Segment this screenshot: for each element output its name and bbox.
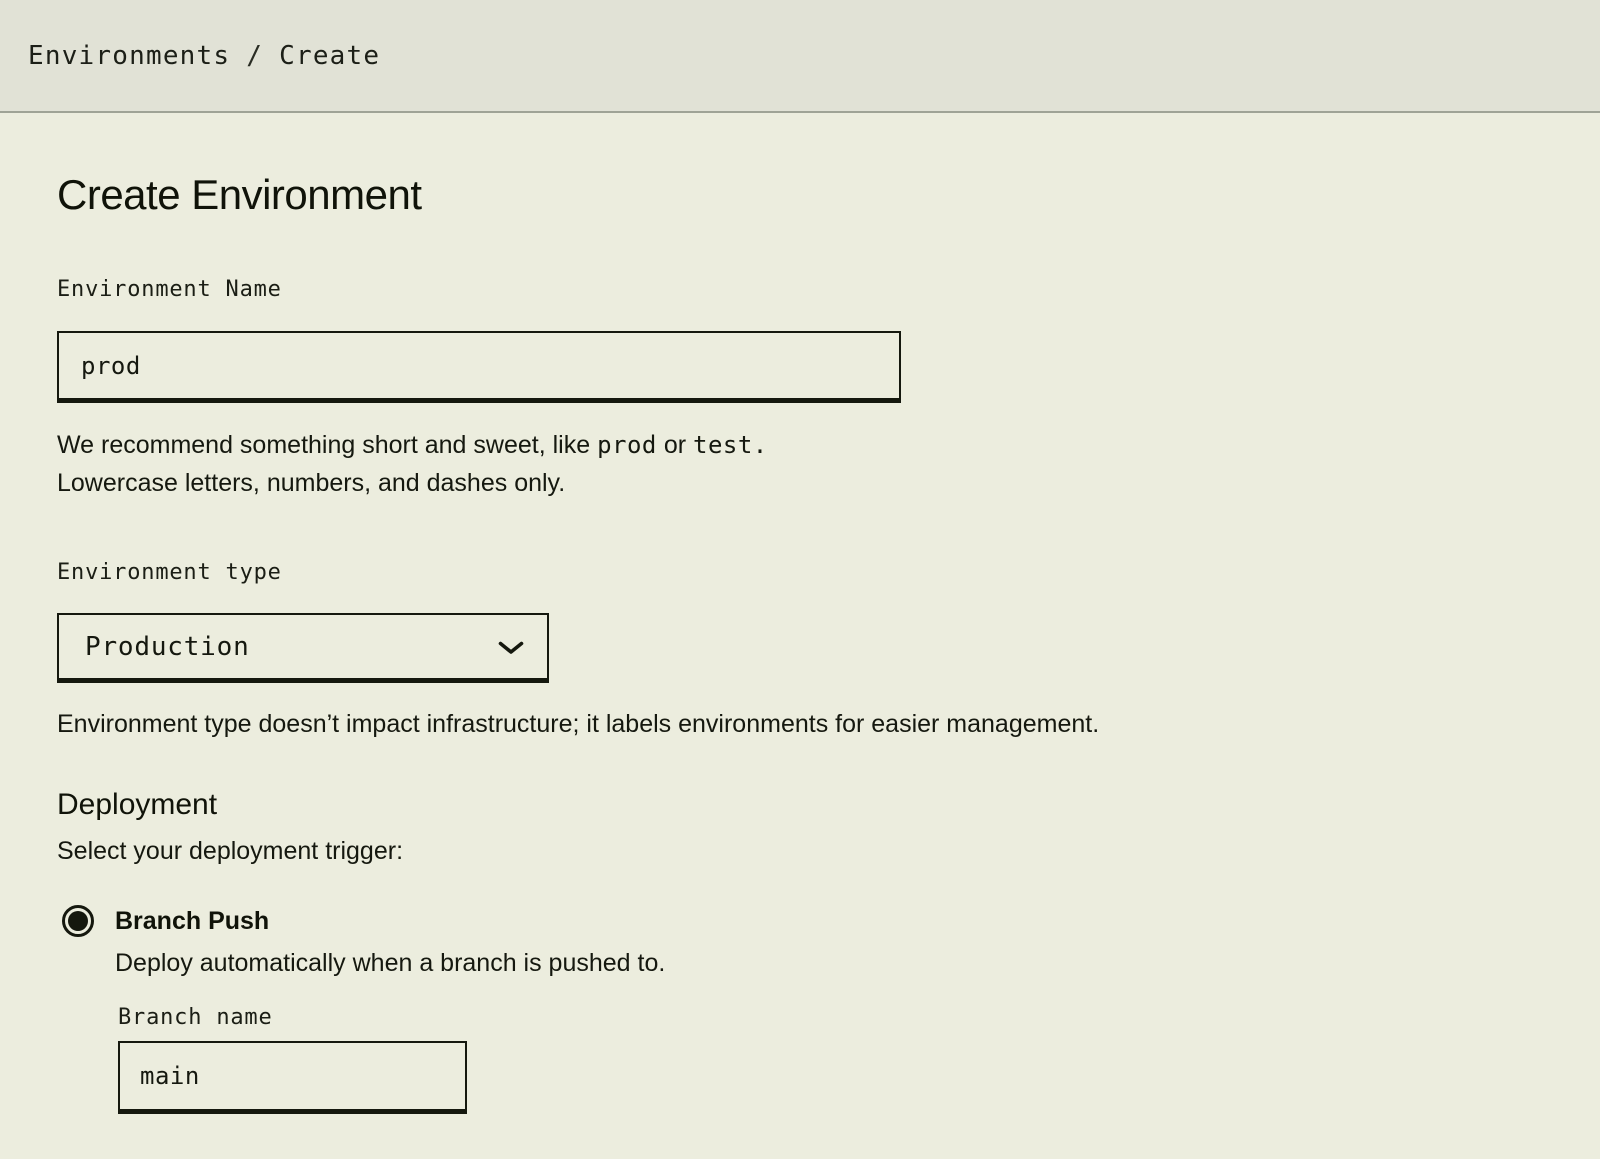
environment-name-input[interactable] [57,331,901,403]
help-code-prod: prod [597,431,657,459]
environment-name-label: Environment Name [57,277,1600,303]
environment-name-help: We recommend something short and sweet, … [57,426,1600,502]
help-text: or [657,431,693,459]
breadcrumb-environments-link[interactable]: Environments [28,41,230,71]
branch-push-option-label: Branch Push [115,905,1600,937]
deployment-section-heading: Deployment [57,787,1600,823]
create-environment-form: Create Environment Environment Name We r… [0,113,1600,1114]
radio-selected-dot [68,911,88,931]
branch-name-field: Branch name [118,1005,1600,1114]
breadcrumb-create-current: Create [279,41,380,71]
branch-push-option-body: Branch Push Deploy automatically when a … [115,905,1600,1114]
branch-name-label: Branch name [118,1005,1600,1031]
branch-push-option-description: Deploy automatically when a branch is pu… [115,947,1600,979]
environment-type-label: Environment type [57,560,1600,586]
help-text-line2: Lowercase letters, numbers, and dashes o… [57,469,565,497]
deployment-option-branch-push: Branch Push Deploy automatically when a … [62,905,1600,1114]
help-code-test: test [693,431,753,459]
page-header: Environments / Create [0,0,1600,113]
help-text: We recommend something short and sweet, … [57,431,597,459]
deployment-trigger-subheading: Select your deployment trigger: [57,835,1600,867]
page-title: Create Environment [57,171,1600,219]
help-text: . [753,431,768,459]
branch-push-radio[interactable] [62,905,94,937]
branch-name-input[interactable] [118,1041,467,1114]
environment-type-select[interactable]: Production [57,613,549,683]
environment-type-select-wrap: Production [57,613,549,683]
environment-type-help: Environment type doesn’t impact infrastr… [57,705,1600,743]
breadcrumb: Environments / Create [28,41,380,71]
breadcrumb-separator: / [246,41,263,71]
create-environment-page: Environments / Create Create Environment… [0,0,1600,1159]
